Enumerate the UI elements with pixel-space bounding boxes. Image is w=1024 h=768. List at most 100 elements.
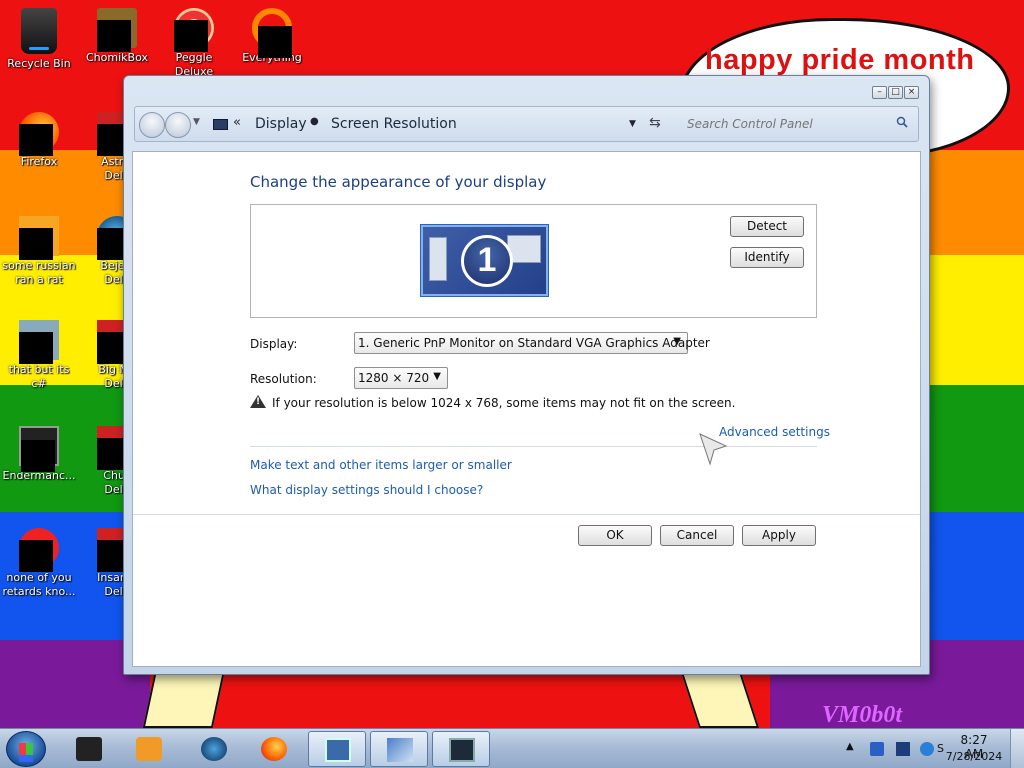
resolution-select[interactable]: 1280 × 720 ▼ [354,367,448,389]
breadcrumb-separator-icon[interactable]: ● [310,116,319,127]
desktop-icon-chomikbox[interactable]: ChomikBox [78,8,156,65]
censor-box [19,540,53,572]
breadcrumb-display[interactable]: Display [255,116,307,132]
watermark-text: VM0b0t [822,702,903,728]
screen-resolution-window: – □ × ▼ « Display ● Screen Resolution ▼ … [123,75,930,675]
censor-box [19,228,53,260]
address-bar: ▼ « Display ● Screen Resolution ▼ ⇆ [134,106,919,142]
terminal-icon [19,426,59,472]
censor-box [258,26,292,58]
show-desktop-button[interactable] [1010,729,1024,768]
firefox-icon [19,112,59,156]
show-hidden-icons-arrow-icon[interactable]: ▲ [846,741,854,752]
taskbar: ▲ S 8:27 AM 7/28/2024 [0,728,1024,768]
monitor-thumbnail[interactable]: 1 [421,225,548,296]
desktop-icon-csharp[interactable]: that but its c# [0,320,78,391]
desktop-icon-russian-rat[interactable]: some russian ran a rat [0,216,78,287]
search-icon[interactable] [896,116,908,128]
mouse-cursor-icon [699,433,728,466]
close-button[interactable]: × [904,86,919,99]
firefox-icon [261,737,287,761]
desktop-icon-endermanch[interactable]: Endermanc... [0,426,78,483]
everything-search-icon [252,8,292,58]
taskbar-app-firefox[interactable] [245,731,303,767]
taskbar-app-control-panel[interactable] [370,731,428,767]
advanced-settings-link[interactable]: Advanced settings [719,425,830,439]
censor-box [19,124,53,156]
taskbar-app-virtualbox[interactable] [308,731,366,767]
desktop-icon-peggle[interactable]: Peggle Deluxe [155,8,233,79]
taskbar-app-display[interactable] [432,731,490,767]
back-button[interactable] [139,112,165,138]
divider [250,446,817,447]
larger-text-link[interactable]: Make text and other items larger or smal… [250,458,512,472]
cancel-button[interactable]: Cancel [660,525,734,546]
refresh-icon[interactable]: ⇆ [649,115,661,131]
censor-box [21,440,55,472]
resolution-label: Resolution: [250,372,317,386]
display-settings-help-link[interactable]: What display settings should I choose? [250,483,483,497]
display-label: Display: [250,337,298,351]
desktop-icon-recycle-bin[interactable]: Recycle Bin [0,8,78,71]
desktop-icon-firefox[interactable]: Firefox [0,112,78,169]
peggle-icon [174,8,214,52]
maximize-button[interactable]: □ [888,86,903,99]
detect-button[interactable]: Detect [730,216,804,237]
monitor-number: 1 [461,235,513,287]
censor-box [97,20,131,52]
action-center-flag-icon[interactable] [870,742,884,756]
monitor-preview-window [429,237,447,281]
control-panel-icon [387,738,413,762]
document-icon [19,216,59,260]
virtualbox-icon [325,738,351,762]
warning-text: If your resolution is below 1024 x 768, … [272,396,736,410]
minimize-button[interactable]: – [872,86,887,99]
display-select[interactable]: 1. Generic PnP Monitor on Standard VGA G… [354,332,710,354]
desktop-icon-none-of-you[interactable]: none of you retards kno... [0,528,78,599]
globe-icon [201,737,227,761]
censor-box [19,332,53,364]
desktop-icon-label: Recycle Bin [7,57,71,70]
display-select-value: 1. Generic PnP Monitor on Standard VGA G… [358,336,710,350]
desktop-icon-label: none of you retards kno... [2,571,76,598]
address-dropdown-icon[interactable]: ▼ [629,119,636,129]
media-player-icon [136,737,162,761]
dropdown-arrow-icon: ▼ [673,336,681,347]
window-content: Change the appearance of your display 1 … [132,151,921,667]
monitor-arrangement-panel: 1 Detect Identify [250,204,817,318]
desktop-icon-label: some russian ran a rat [2,259,76,286]
tray-app-icon[interactable] [920,742,934,756]
forward-button[interactable] [165,112,191,138]
taskbar-app-globe[interactable] [185,731,243,767]
search-input[interactable] [675,110,915,138]
identify-button[interactable]: Identify [730,247,804,268]
chomikbox-icon [97,8,137,52]
monitor-icon [213,119,228,130]
network-icon[interactable] [896,742,910,756]
ok-button[interactable]: OK [578,525,652,546]
desktop-icon-label: that but its c# [8,363,70,390]
divider [133,514,920,515]
system-tray: ▲ S [840,731,950,767]
taskbar-app-media-player[interactable] [120,731,178,767]
recycle-bin-icon [21,8,57,54]
terminal-icon [76,737,102,761]
breadcrumb-screen-resolution[interactable]: Screen Resolution [331,116,457,132]
chevrons-icon[interactable]: « [233,115,241,130]
start-button[interactable] [6,731,46,767]
warning-icon [250,395,266,408]
apply-button[interactable]: Apply [742,525,816,546]
taskbar-app-terminal[interactable] [60,731,118,767]
censor-box [174,20,208,52]
shortcut-icon [19,320,59,364]
page-title: Change the appearance of your display [250,173,547,191]
desktop-icon-everything[interactable]: Everything [233,8,311,65]
resolution-select-value: 1280 × 720 [358,371,430,385]
clock-date[interactable]: 7/28/2024 [942,750,1006,763]
speech-bubble-text: happy pride month [705,44,975,76]
desktop-icon-label: Firefox [20,155,58,168]
recent-pages-dropdown-icon[interactable]: ▼ [193,117,200,127]
app-icon [19,528,59,572]
desktop-icon-label: ChomikBox [86,51,148,64]
dropdown-arrow-icon: ▼ [433,371,441,382]
